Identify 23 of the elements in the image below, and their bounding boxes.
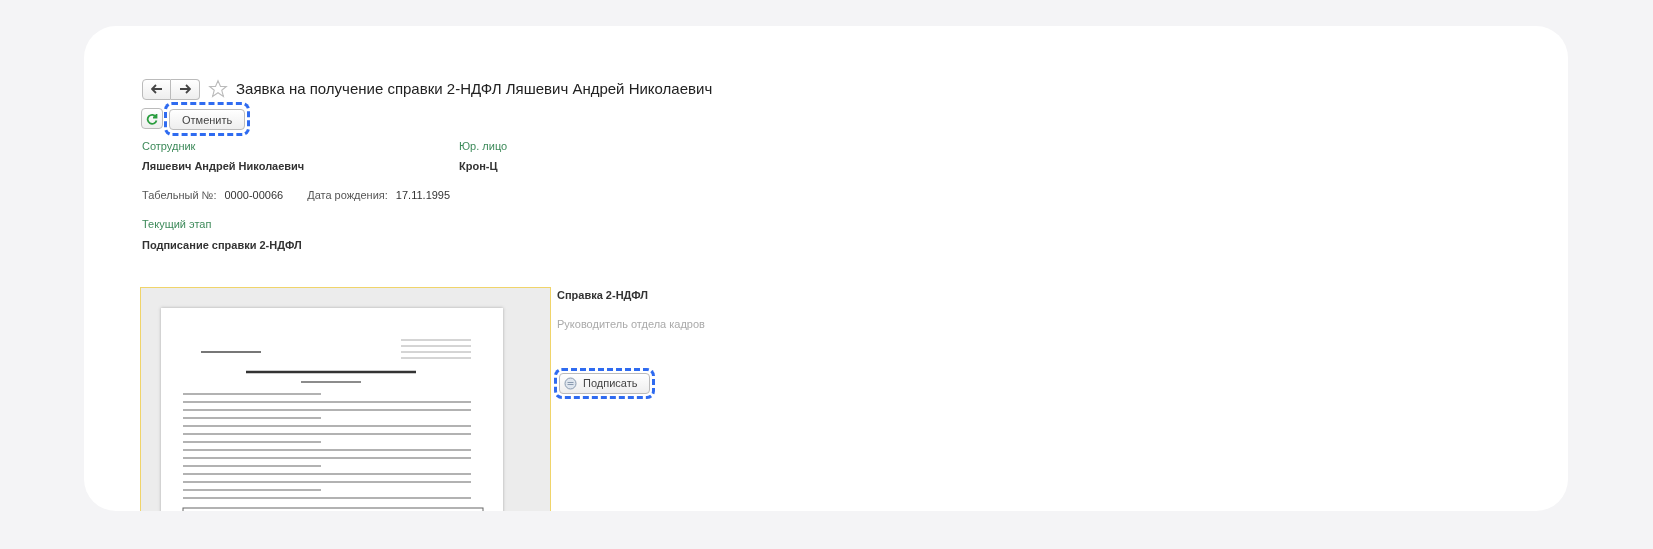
field-label: Текущий этап (142, 217, 213, 232)
forward-button[interactable] (171, 78, 200, 100)
window-title: Заявка на получение справки 2-НДФЛ Ляшевич Андрей Николаевич (236, 79, 713, 99)
star-icon[interactable] (208, 79, 228, 100)
cancel-button[interactable]: Отменить (169, 109, 246, 131)
right-arrow-icon (179, 84, 191, 95)
refresh-icon (146, 112, 158, 125)
document-title: Справка 2-НДФЛ (557, 288, 649, 303)
sign-button[interactable]: Подписать (559, 373, 651, 394)
field-label: Табельный №: (142, 187, 217, 203)
field-value: 0000-00066 (224, 187, 284, 203)
field-label: Сотрудник (142, 138, 197, 154)
seal-icon (564, 377, 577, 390)
field-label: Юр. лицо (459, 138, 508, 154)
refresh-button[interactable] (141, 108, 163, 129)
field-value: Ляшевич Андрей Николаевич (142, 159, 306, 174)
left-arrow-icon (150, 84, 163, 95)
back-button[interactable] (142, 78, 171, 100)
field-value: Подписание справки 2-НДФЛ (142, 237, 303, 253)
signer-role: Руководитель отдела кадров (557, 316, 705, 332)
field-value: Крон-Ц (459, 159, 499, 174)
field-label: Дата рождения: (307, 187, 388, 203)
field-value: 17.11.1995 (395, 187, 451, 203)
